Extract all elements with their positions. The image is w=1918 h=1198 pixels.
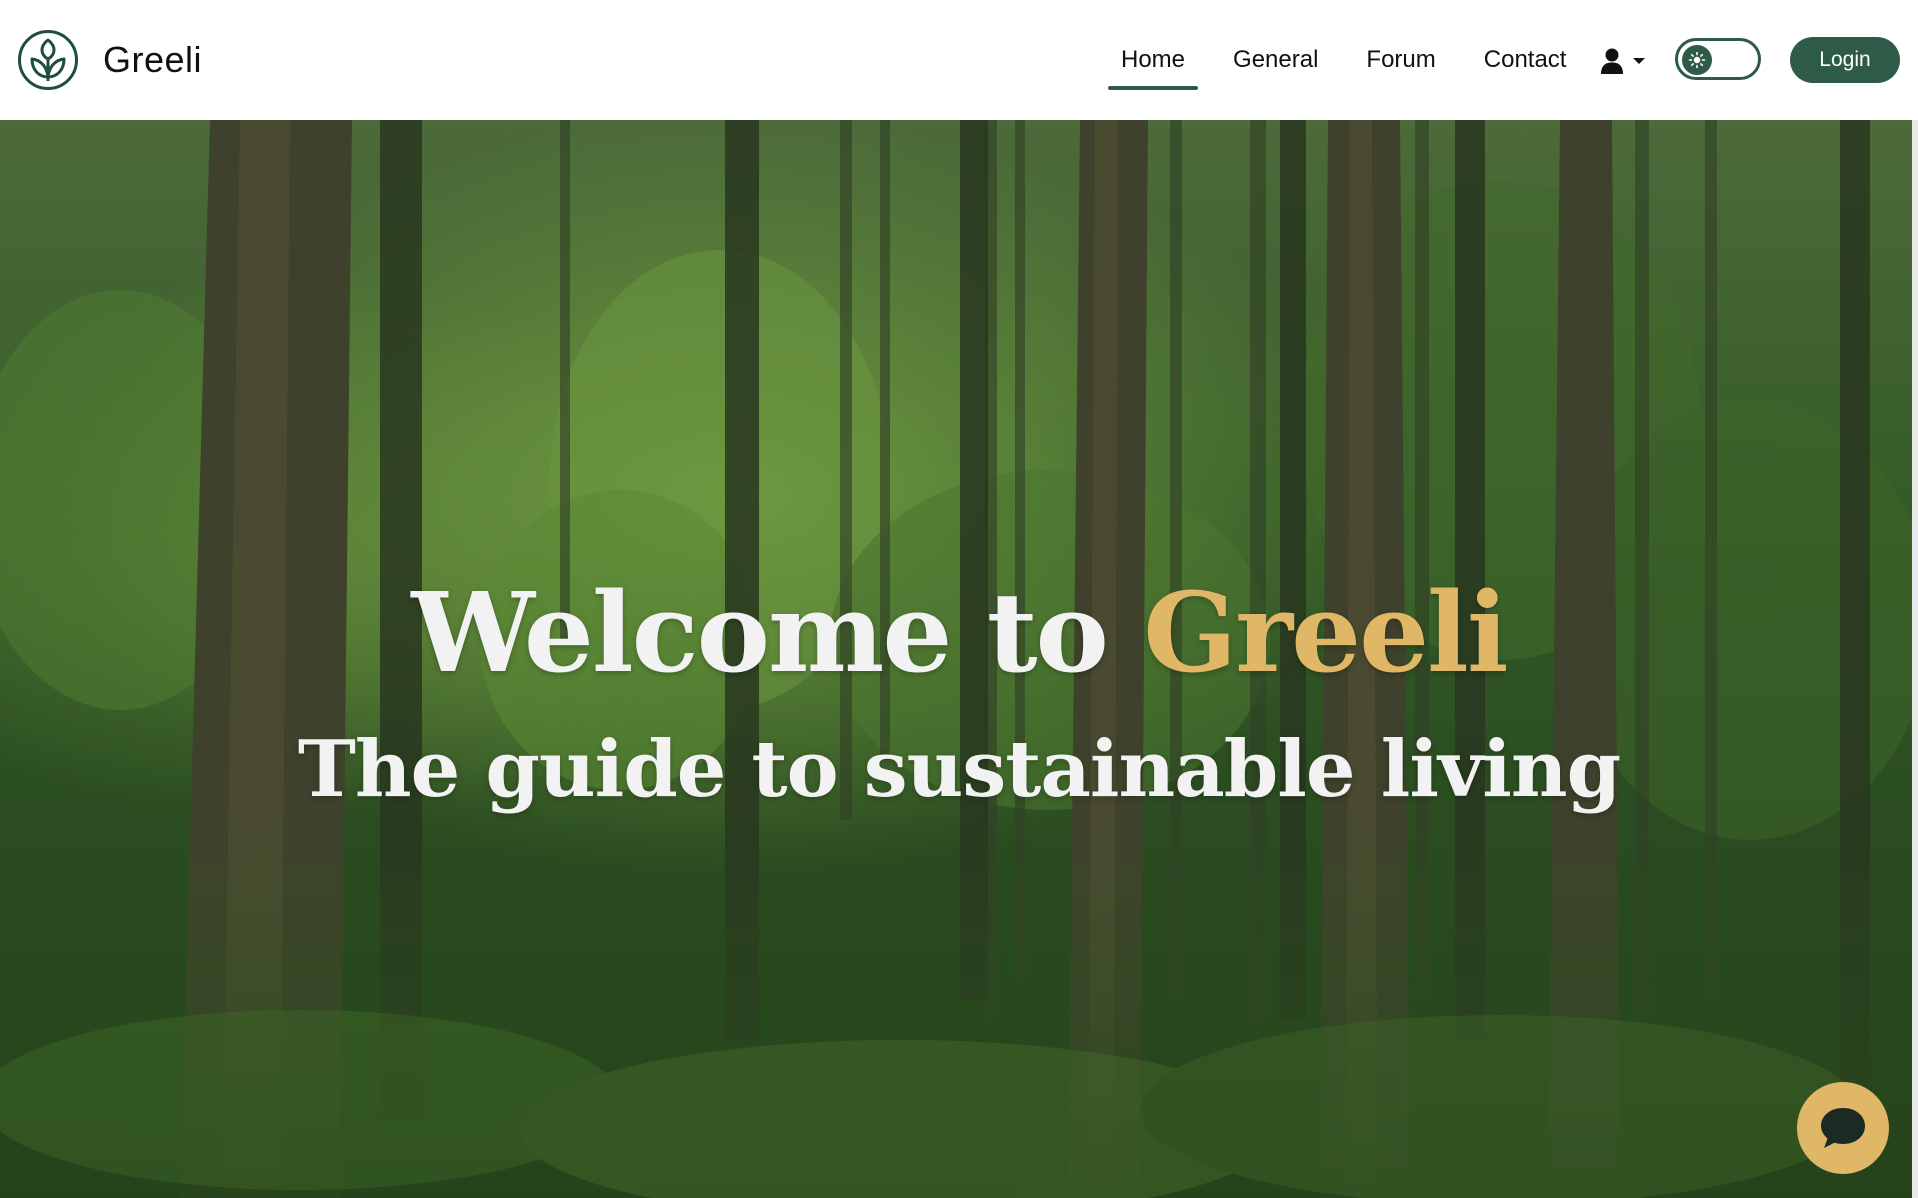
brand-home-link[interactable]: Greeli (17, 29, 202, 91)
hero-title-accent: Greeli (1143, 568, 1508, 697)
user-icon (1601, 48, 1623, 74)
page-scrollbar[interactable] (1912, 120, 1918, 1198)
nav-link-contact[interactable]: Contact (1471, 0, 1580, 120)
top-navbar: Greeli Home General Forum Contact Login (0, 0, 1918, 120)
chat-bubble-icon (1821, 1108, 1865, 1148)
caret-down-icon (1633, 58, 1645, 64)
theme-toggle-knob (1682, 45, 1712, 75)
chat-button[interactable] (1797, 1082, 1889, 1174)
main-nav: Home General Forum Contact (1108, 0, 1601, 120)
page: Greeli Home General Forum Contact Login … (0, 0, 1918, 1198)
hero-title: Welcome to Greeli (0, 568, 1918, 698)
nav-link-general[interactable]: General (1220, 0, 1331, 120)
theme-toggle[interactable] (1675, 38, 1761, 80)
login-button[interactable]: Login (1790, 37, 1900, 83)
sun-icon (1688, 51, 1706, 69)
hero-subtitle: The guide to sustainable living (297, 724, 1621, 815)
nav-link-forum[interactable]: Forum (1353, 0, 1448, 120)
brand-name: Greeli (103, 39, 203, 80)
hero-section: Welcome to Greeli The guide to sustainab… (0, 120, 1918, 1198)
nav-link-home[interactable]: Home (1108, 0, 1199, 120)
hero-title-prefix: Welcome to (411, 568, 1144, 697)
sprout-leaf-icon (18, 30, 78, 90)
user-menu-dropdown[interactable] (1600, 46, 1648, 76)
